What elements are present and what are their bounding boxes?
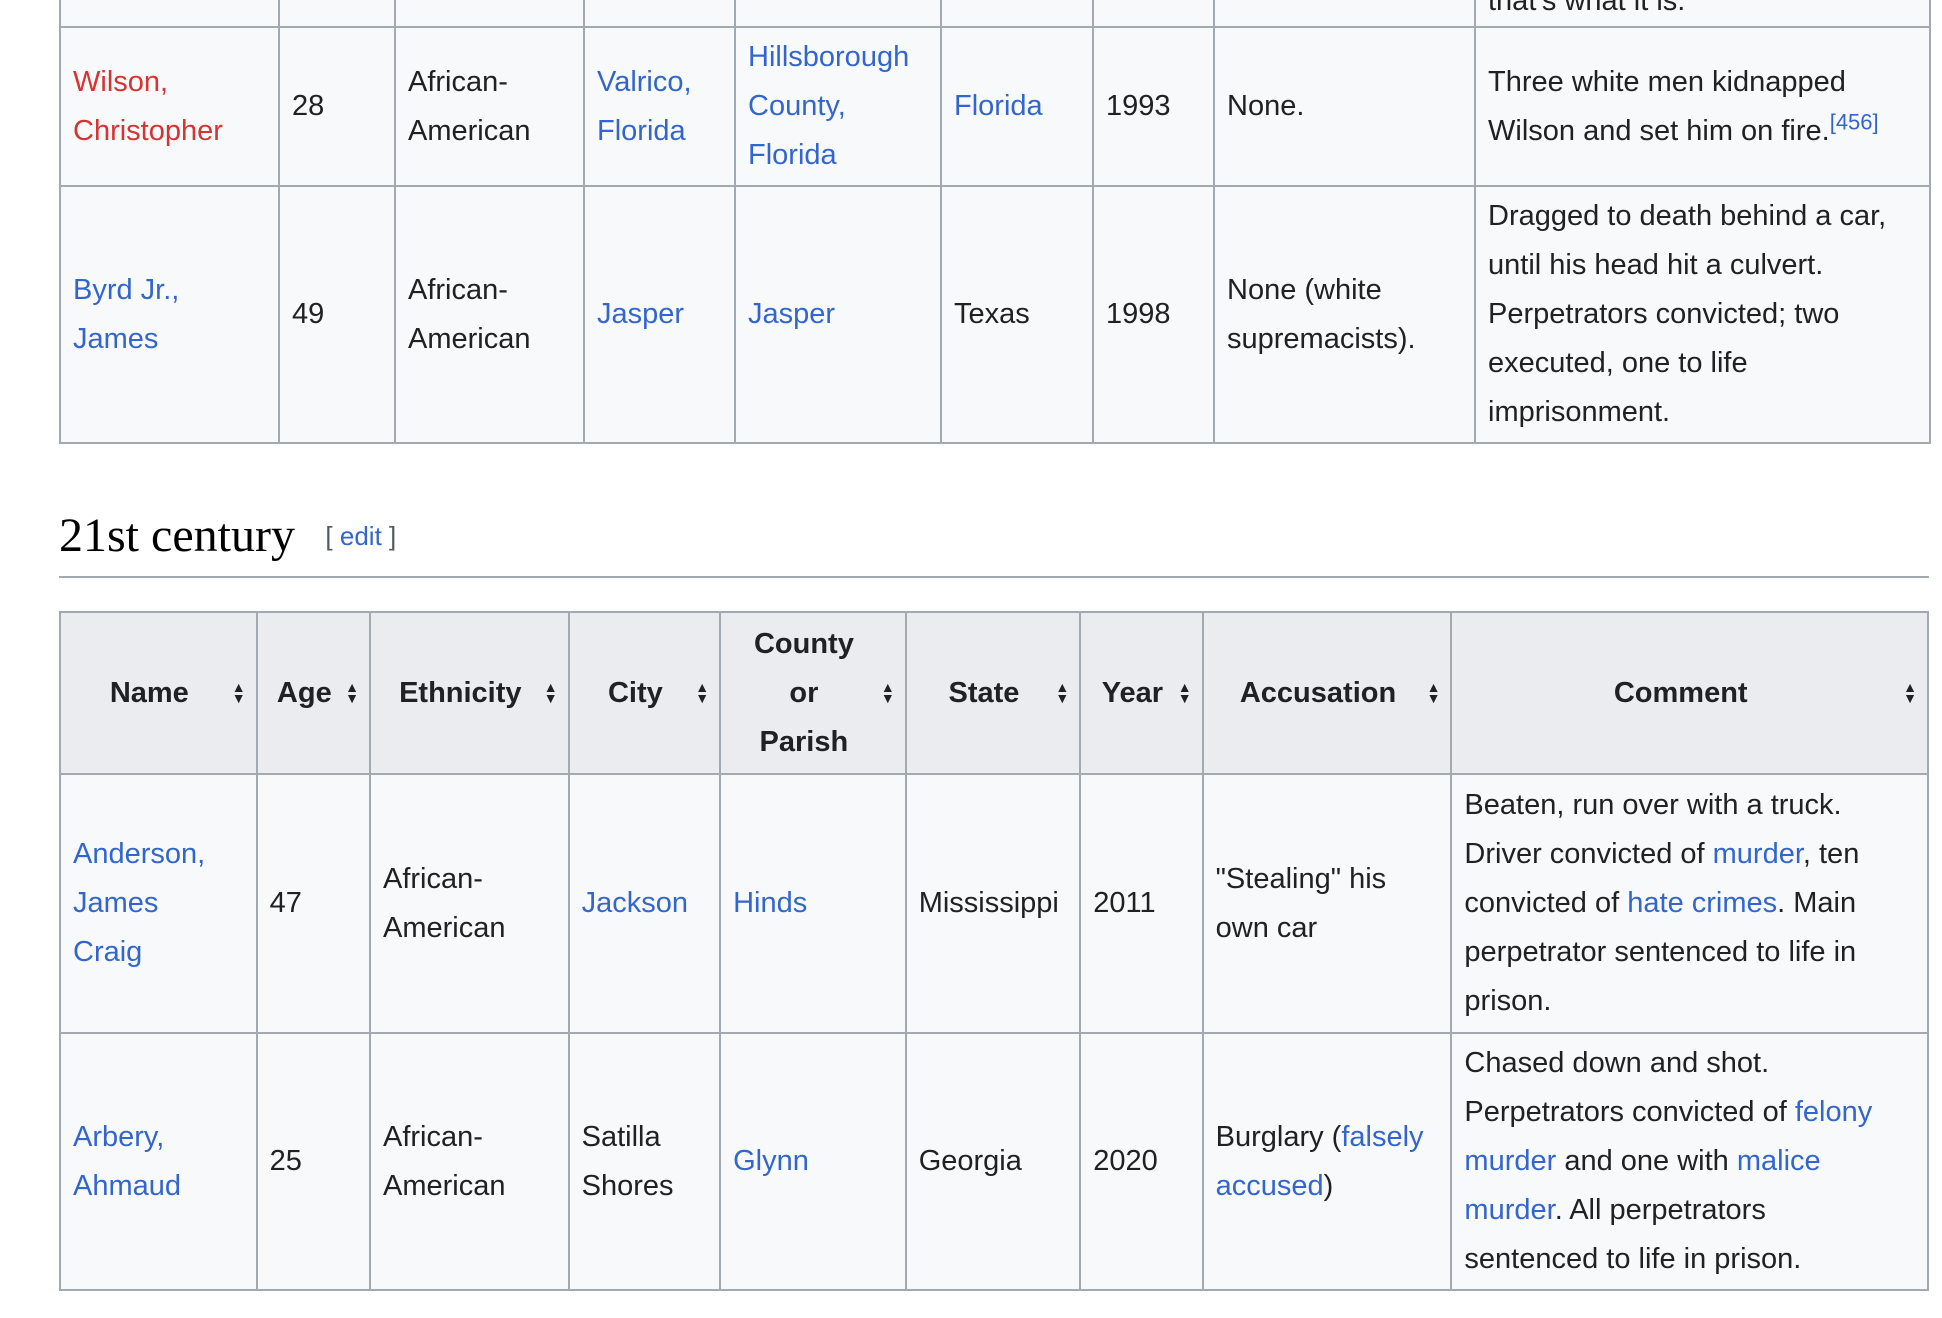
county-link[interactable]: Jasper bbox=[748, 298, 835, 330]
victim-name-link[interactable]: Wilson, Christopher bbox=[73, 66, 223, 147]
column-header-accusation[interactable]: Accusation ▲ ▼ bbox=[1201, 611, 1453, 775]
comment-cell: Three white men kidnapped Wilson and set … bbox=[1474, 26, 1931, 187]
section-heading: 21st century [ edit ] bbox=[59, 500, 1929, 578]
sort-icon: ▲ ▼ bbox=[543, 679, 558, 706]
column-header-comment[interactable]: Comment ▲ ▼ bbox=[1450, 611, 1929, 775]
city-cell: Jackson bbox=[567, 773, 722, 1034]
column-header-ethnicity[interactable]: Ethnicity ▲ ▼ bbox=[368, 611, 570, 775]
age-cell: 25 bbox=[255, 1032, 371, 1291]
ethnicity-cell: African- American bbox=[368, 1032, 570, 1291]
state-cell: Mississippi bbox=[904, 773, 1082, 1034]
city-cell: Valrico, Florida bbox=[583, 26, 736, 187]
comment-cell: Dragged to death behind a car, until his … bbox=[1474, 185, 1931, 444]
year-cell: 2020 bbox=[1079, 1032, 1204, 1291]
column-header-state[interactable]: State ▲ ▼ bbox=[904, 611, 1082, 775]
year-cell: 2011 bbox=[1079, 773, 1204, 1034]
state-cell: Georgia bbox=[904, 1032, 1082, 1291]
sort-icon: ▲ ▼ bbox=[1426, 679, 1441, 706]
ethnicity-cell: African- American bbox=[394, 26, 585, 187]
sort-icon: ▲ ▼ bbox=[1055, 679, 1070, 706]
column-header-age[interactable]: Age ▲ ▼ bbox=[255, 611, 371, 775]
city-cell bbox=[583, 0, 736, 28]
wiki-article-view: that's what it is. Wilson, Christopher 28… bbox=[0, 0, 1942, 1318]
column-header-city[interactable]: City ▲ ▼ bbox=[567, 611, 722, 775]
accusation-cell: None (white supremacists). bbox=[1213, 185, 1476, 444]
accusation-cell: "Stealing" his own car bbox=[1201, 773, 1453, 1034]
age-cell: 47 bbox=[255, 773, 371, 1034]
county-cell bbox=[734, 0, 942, 28]
comment-text: that's what it is. bbox=[1488, 0, 1686, 17]
accusation-cell bbox=[1213, 0, 1476, 28]
year-cell: 1998 bbox=[1092, 185, 1215, 444]
victim-name-link[interactable]: Byrd Jr., James bbox=[73, 274, 179, 355]
county-link[interactable]: Hillsborough County, Florida bbox=[748, 41, 909, 171]
county-link[interactable]: Hinds bbox=[733, 887, 807, 919]
age-cell bbox=[278, 0, 396, 28]
table-row: that's what it is. bbox=[59, 0, 1931, 28]
victim-name-link[interactable]: Arbery, Ahmaud bbox=[73, 1121, 181, 1202]
county-cell: Hinds bbox=[719, 773, 907, 1034]
victim-name-link[interactable]: Anderson, James Craig bbox=[73, 838, 205, 968]
hate-crimes-link[interactable]: hate crimes bbox=[1627, 887, 1777, 919]
table-header-row: Name ▲ ▼ Age ▲ ▼ Ethnicity ▲ ▼ City ▲ ▼ County or… bbox=[59, 611, 1929, 775]
state-cell: Texas bbox=[940, 185, 1094, 444]
year-cell: 1993 bbox=[1092, 26, 1215, 187]
table-row: Wilson, Christopher 28 African- American V… bbox=[59, 26, 1931, 187]
comment-cell: Chased down and shot. Perpetrators convi… bbox=[1450, 1032, 1929, 1291]
state-cell bbox=[940, 0, 1094, 28]
lynchings-21st-century-table: Name ▲ ▼ Age ▲ ▼ Ethnicity ▲ ▼ City ▲ ▼ County or… bbox=[59, 611, 1929, 1291]
reference-link[interactable]: [456] bbox=[1830, 109, 1879, 134]
accusation-cell: None. bbox=[1213, 26, 1476, 187]
name-cell: Anderson, James Craig bbox=[59, 773, 258, 1034]
county-cell: Glynn bbox=[719, 1032, 907, 1291]
lynchings-20th-century-table: that's what it is. Wilson, Christopher 28… bbox=[59, 0, 1931, 444]
murder-link[interactable]: murder bbox=[1713, 838, 1803, 870]
state-cell: Florida bbox=[940, 26, 1094, 187]
sort-icon: ▲ ▼ bbox=[695, 679, 710, 706]
sort-icon: ▲ ▼ bbox=[880, 679, 895, 706]
city-link[interactable]: Jackson bbox=[582, 887, 688, 919]
county-cell: Jasper bbox=[734, 185, 942, 444]
column-header-year[interactable]: Year ▲ ▼ bbox=[1079, 611, 1204, 775]
ethnicity-cell: African- American bbox=[394, 185, 585, 444]
name-cell: Byrd Jr., James bbox=[59, 185, 280, 444]
name-cell: Arbery, Ahmaud bbox=[59, 1032, 258, 1291]
county-link[interactable]: Glynn bbox=[733, 1145, 809, 1177]
table-row: Arbery, Ahmaud 25 African- American Satill… bbox=[59, 1032, 1929, 1291]
edit-section: [ edit ] bbox=[325, 521, 397, 551]
ethnicity-cell bbox=[394, 0, 585, 28]
comment-cell: Beaten, run over with a truck. Driver co… bbox=[1450, 773, 1929, 1034]
accusation-cell: Burglary (falsely accused) bbox=[1201, 1032, 1453, 1291]
sort-icon: ▲ ▼ bbox=[345, 679, 359, 706]
city-cell: Satilla Shores bbox=[567, 1032, 722, 1291]
city-cell: Jasper bbox=[583, 185, 736, 444]
section-title: 21st century bbox=[59, 509, 295, 562]
column-header-name[interactable]: Name ▲ ▼ bbox=[59, 611, 258, 775]
name-cell: Wilson, Christopher bbox=[59, 26, 280, 187]
sort-icon: ▲ ▼ bbox=[1177, 679, 1192, 706]
city-link[interactable]: Valrico, Florida bbox=[597, 66, 692, 147]
sort-icon: ▲ ▼ bbox=[231, 679, 246, 706]
table-row: Byrd Jr., James 49 African- American Jaspe… bbox=[59, 185, 1931, 444]
year-cell bbox=[1092, 0, 1215, 28]
age-cell: 49 bbox=[278, 185, 396, 444]
county-cell: Hillsborough County, Florida bbox=[734, 26, 942, 187]
city-link[interactable]: Jasper bbox=[597, 298, 684, 330]
column-header-county[interactable]: County or Parish ▲ ▼ bbox=[719, 611, 907, 775]
ethnicity-cell: African- American bbox=[368, 773, 570, 1034]
edit-section-link[interactable]: edit bbox=[340, 521, 382, 551]
age-cell: 28 bbox=[278, 26, 396, 187]
state-link[interactable]: Florida bbox=[954, 90, 1043, 122]
sort-icon: ▲ ▼ bbox=[1903, 679, 1917, 706]
table-row: Anderson, James Craig 47 African- American … bbox=[59, 773, 1929, 1034]
comment-cell: that's what it is. bbox=[1474, 0, 1931, 28]
name-cell bbox=[59, 0, 280, 28]
